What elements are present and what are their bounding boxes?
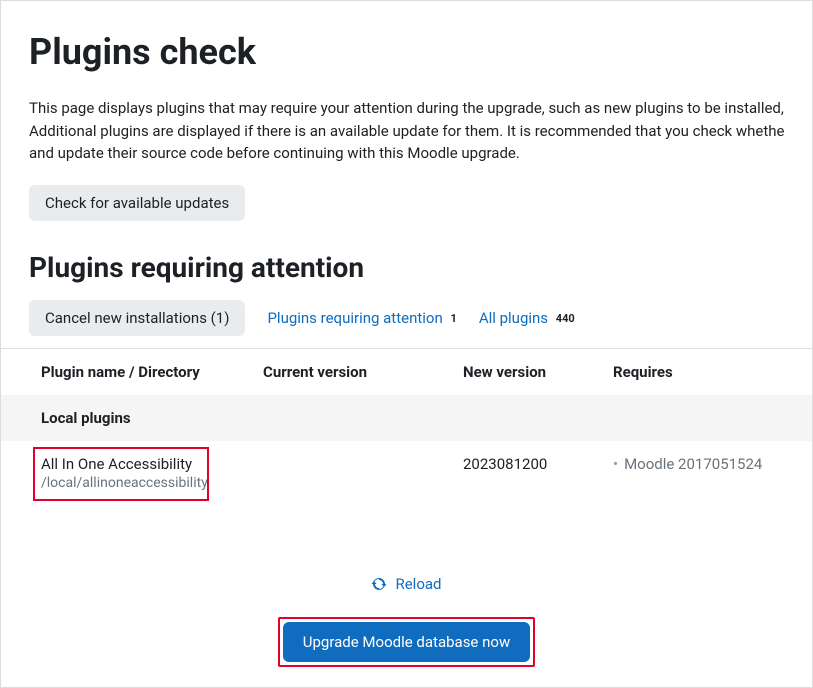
upgrade-database-button[interactable]: Upgrade Moodle database now [283, 622, 530, 662]
highlight-annotation: Upgrade Moodle database now [278, 617, 535, 667]
refresh-icon [371, 576, 387, 592]
th-current-version: Current version [251, 349, 451, 395]
reload-link[interactable]: Reload [371, 575, 441, 593]
requiring-attention-count: 1 [451, 312, 457, 325]
plugin-section-label: Local plugins [1, 395, 812, 441]
filter-all-plugins[interactable]: All plugins [479, 309, 548, 327]
plugin-requires: •Moodle 2017051524 [613, 455, 762, 473]
page-description: This page displays plugins that may requ… [29, 97, 784, 165]
plugin-name: All In One Accessibility [41, 455, 239, 473]
th-plugin-name: Plugin name / Directory [1, 349, 251, 395]
check-updates-button[interactable]: Check for available updates [29, 185, 245, 221]
th-requires: Requires [601, 349, 812, 395]
plugin-directory: /local/allinoneaccessibility [41, 475, 239, 491]
plugins-table: Plugin name / Directory Current version … [1, 349, 812, 505]
bullet-icon: • [613, 455, 618, 473]
cancel-installations-button[interactable]: Cancel new installations (1) [29, 300, 245, 336]
all-plugins-count: 440 [556, 312, 575, 325]
table-row: All In One Accessibility /local/allinone… [1, 441, 812, 505]
th-new-version: New version [451, 349, 601, 395]
section-heading: Plugins requiring attention [29, 251, 784, 284]
filter-requiring-attention[interactable]: Plugins requiring attention [267, 309, 442, 327]
page-title: Plugins check [29, 31, 784, 73]
plugin-current-version [251, 441, 451, 505]
plugin-new-version: 2023081200 [451, 441, 601, 505]
